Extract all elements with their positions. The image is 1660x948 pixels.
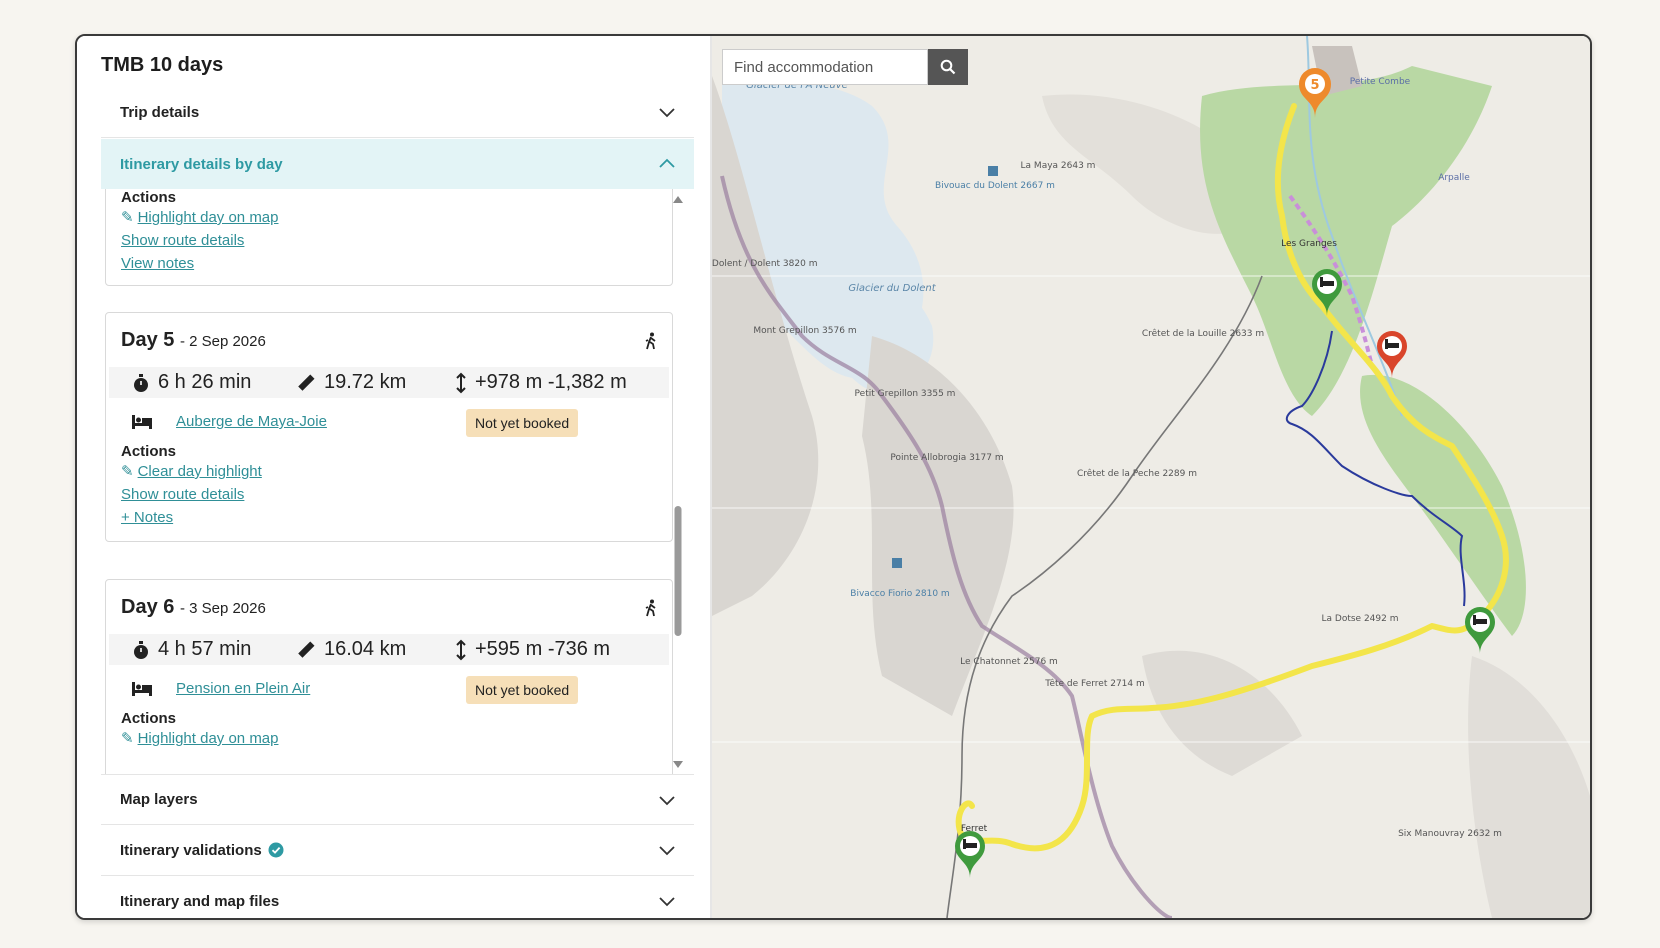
map-label: Glacier du Dolent [848, 283, 936, 294]
search-button[interactable] [928, 49, 968, 85]
map-label: Bivouac du Dolent 2667 m [935, 181, 1055, 191]
stopwatch-icon [134, 373, 148, 392]
day-card-4: Actions ✎ Highlight day on map Show route… [105, 189, 673, 286]
actions-label: Actions [121, 443, 177, 460]
duration-stat: 4 h 57 min [132, 638, 251, 661]
accommodation-link[interactable]: Pension en Plein Air [176, 680, 310, 697]
map-label: Arpalle [1438, 173, 1470, 183]
accommodation-marker[interactable] [1465, 607, 1495, 654]
map-label: Les Granges [1281, 239, 1337, 249]
accommodation-search-input[interactable]: Find accommodation [722, 49, 928, 85]
map-label: Bivacco Fiorio 2810 m [850, 589, 949, 599]
day-heading: Day 6 - 3 Sep 2026 [121, 596, 266, 618]
accordion-label: Trip details [120, 103, 200, 121]
accordion-itinerary-validations[interactable]: Itinerary validations [101, 825, 694, 876]
day-card-5: Day 5 - 2 Sep 2026 6 h 26 min 19.72 km +… [105, 312, 673, 542]
chevron-up-icon [659, 158, 675, 168]
actions-label: Actions [121, 189, 177, 206]
accommodation-marker[interactable] [955, 831, 985, 878]
chevron-down-icon [659, 897, 675, 907]
map-canvas[interactable]: Glacier de l'A Neuve La Maya 2643 m Bivo… [712, 36, 1590, 918]
accordion-label: Map layers [120, 791, 198, 808]
day-card-6: Day 6 - 3 Sep 2026 4 h 57 min 16.04 km +… [105, 579, 673, 774]
rock-area [1468, 656, 1590, 918]
accordion-trip-details[interactable]: Trip details [101, 87, 694, 138]
hut-icon [988, 166, 998, 176]
actions-label: Actions [121, 710, 177, 727]
day-stats: 6 h 26 min 19.72 km +978 m -1,382 m [109, 367, 669, 398]
map-label: Le Chatonnet 2576 m [960, 657, 1058, 667]
bed-icon [132, 681, 152, 696]
map-label: Tête de Ferret 2714 m [1044, 678, 1145, 689]
bed-icon [132, 414, 152, 429]
accommodation-search: Find accommodation [722, 49, 968, 85]
stopwatch-icon [134, 640, 148, 659]
day-heading: Day 5 - 2 Sep 2026 [121, 329, 266, 351]
left-panel: TMB 10 days Trip details Itinerary detai… [77, 36, 710, 918]
accommodation-row: Auberge de Maya-Joie [132, 413, 327, 430]
pencil-icon: ✎ [121, 463, 134, 480]
pencil-icon: ✎ [121, 209, 134, 226]
hut-icon [892, 558, 902, 568]
booking-status-badge: Not yet booked [466, 676, 579, 704]
accordion-label: Itinerary details by day [120, 155, 283, 173]
add-notes-link[interactable]: + Notes [121, 506, 262, 529]
accordion-map-layers[interactable]: Map layers [101, 774, 694, 825]
search-icon [940, 59, 956, 75]
map-label: Mont Dolent / Dolent 3820 m [712, 259, 817, 269]
ruler-icon [298, 374, 315, 391]
hiker-icon [645, 332, 656, 350]
view-notes-link[interactable]: View notes [121, 252, 279, 275]
accommodation-marker-selected[interactable] [1377, 331, 1407, 378]
map-label: Petite Combe [1350, 77, 1411, 87]
elevation-stat: +595 m -736 m [455, 638, 610, 661]
chevron-down-icon [659, 108, 675, 118]
forest-area [1200, 66, 1492, 416]
clear-highlight-link[interactable]: ✎ Clear day highlight [121, 460, 262, 483]
elevation-stat: +978 m -1,382 m [455, 371, 627, 394]
svg-text:5: 5 [1310, 78, 1319, 93]
map-label: Pointe Allobrogia 3177 m [890, 453, 1003, 463]
show-route-details-link[interactable]: Show route details [121, 483, 262, 506]
accommodation-link[interactable]: Auberge de Maya-Joie [176, 413, 327, 430]
distance-stat: 16.04 km [296, 638, 406, 661]
elevation-arrows-icon [456, 372, 466, 393]
highlight-day-link[interactable]: ✎ Highlight day on map [121, 727, 279, 750]
booking-status-badge: Not yet booked [466, 409, 579, 437]
forest-area [1360, 374, 1526, 636]
ruler-icon [298, 641, 315, 658]
distance-stat: 19.72 km [296, 371, 406, 394]
day-list[interactable]: Actions ✎ Highlight day on map Show route… [101, 189, 694, 774]
map-label: Mont Grepillon 3576 m [753, 326, 856, 336]
map-label: La Maya 2643 m [1021, 161, 1096, 171]
map-label: Petit Grepillon 3355 m [855, 389, 956, 399]
check-badge-icon [268, 842, 284, 858]
chevron-down-icon [659, 846, 675, 856]
app-window: TMB 10 days Trip details Itinerary detai… [75, 34, 1592, 920]
trip-title: TMB 10 days [101, 54, 224, 76]
map-label: La Dotse 2492 m [1322, 614, 1399, 624]
highlight-day-link[interactable]: ✎ Highlight day on map [121, 206, 279, 229]
chevron-down-icon [659, 796, 675, 806]
elevation-arrows-icon [456, 639, 466, 660]
map-view[interactable]: Glacier de l'A Neuve La Maya 2643 m Bivo… [712, 36, 1590, 918]
duration-stat: 6 h 26 min [132, 371, 251, 394]
accordion-itinerary-files[interactable]: Itinerary and map files [101, 876, 694, 918]
accordion-label: Itinerary and map files [120, 893, 280, 910]
accommodation-row: Pension en Plein Air [132, 680, 310, 697]
map-label: Crêtet de la Louille 2633 m [1142, 328, 1264, 339]
hiker-icon [645, 599, 656, 617]
rock-area [1142, 650, 1302, 776]
map-label: Six Manouvray 2632 m [1398, 829, 1502, 839]
day-list-scrollbar[interactable] [672, 191, 684, 773]
accordion-itinerary-by-day[interactable]: Itinerary details by day [101, 139, 694, 189]
day-stats: 4 h 57 min 16.04 km +595 m -736 m [109, 634, 669, 665]
map-label: Crêtet de la Peche 2289 m [1077, 468, 1197, 479]
accordion-label: Itinerary validations [120, 841, 262, 859]
show-route-details-link[interactable]: Show route details [121, 229, 279, 252]
pencil-icon: ✎ [121, 730, 134, 747]
